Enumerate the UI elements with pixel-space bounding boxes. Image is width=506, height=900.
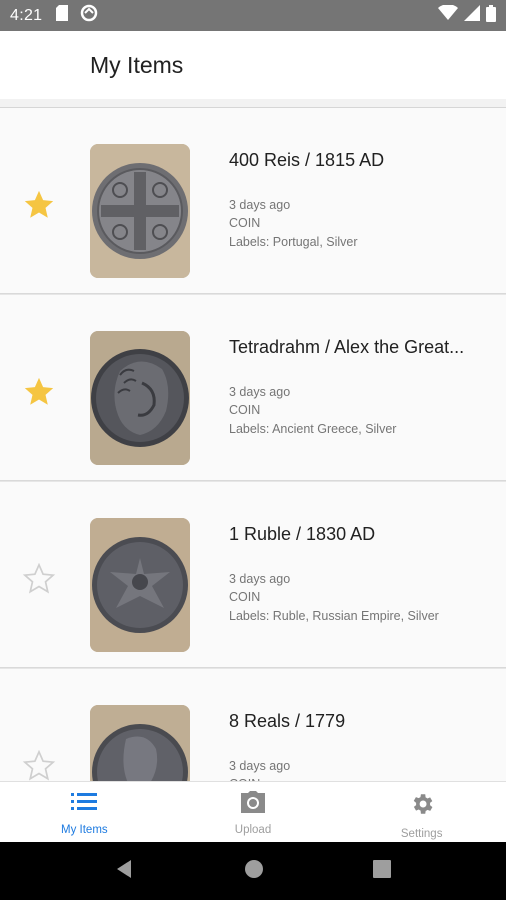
star-outline-icon[interactable] bbox=[22, 562, 56, 596]
data-saver-icon bbox=[80, 4, 98, 27]
nav-my-items[interactable]: My Items bbox=[0, 782, 169, 842]
item-title: 1 Ruble / 1830 AD bbox=[229, 524, 376, 544]
item-date: 3 days ago bbox=[229, 572, 291, 586]
battery-icon bbox=[486, 4, 496, 27]
item-date: 3 days ago bbox=[229, 198, 291, 212]
item-date: 3 days ago bbox=[229, 385, 291, 399]
wifi-icon bbox=[438, 4, 458, 26]
list-icon bbox=[71, 791, 98, 818]
sd-card-icon bbox=[56, 5, 69, 26]
item-labels: Labels: Ancient Greece, Silver bbox=[229, 422, 397, 436]
item-title: Tetradrahm / Alex the Great... bbox=[229, 337, 465, 357]
status-bar: 4:21 bbox=[0, 0, 506, 31]
item-labels: Labels: Portugal, Silver bbox=[229, 235, 358, 249]
list-item[interactable]: 400 Reis / 1815 AD 3 days ago COIN Label… bbox=[0, 108, 506, 294]
list-item[interactable]: Tetradrahm / Alex the Great... 3 days ag… bbox=[0, 295, 506, 481]
item-date: 3 days ago bbox=[229, 759, 291, 773]
list-item[interactable]: 1 Ruble / 1830 AD 3 days ago COIN Labels… bbox=[0, 482, 506, 668]
item-type: COIN bbox=[229, 216, 261, 230]
gear-icon bbox=[409, 791, 435, 822]
nav-my-items-label: My Items bbox=[61, 824, 108, 836]
home-icon[interactable] bbox=[244, 859, 264, 884]
item-type: COIN bbox=[229, 590, 261, 604]
items-list[interactable]: 400 Reis / 1815 AD 3 days ago COIN Label… bbox=[0, 99, 506, 781]
app-bar: My Items bbox=[0, 31, 506, 99]
status-time: 4:21 bbox=[10, 6, 43, 24]
star-filled-icon[interactable] bbox=[22, 188, 56, 222]
recents-icon[interactable] bbox=[373, 859, 392, 883]
system-navigation-bar bbox=[0, 842, 506, 900]
page-title: My Items bbox=[90, 52, 184, 78]
item-thumbnail[interactable] bbox=[90, 518, 190, 652]
item-labels: Labels: Ruble, Russian Empire, Silver bbox=[229, 609, 439, 623]
star-outline-icon[interactable] bbox=[22, 749, 56, 781]
list-top-strip bbox=[0, 99, 506, 108]
nav-upload-label: Upload bbox=[234, 824, 272, 836]
bottom-navigation: My Items Upload Settings bbox=[0, 781, 506, 842]
nav-settings-label: Settings bbox=[400, 828, 443, 840]
item-title: 400 Reis / 1815 AD bbox=[229, 150, 385, 170]
screen: 4:21 My Items 400 Reis / 1815 AD 3 days … bbox=[0, 0, 506, 900]
item-title: 8 Reals / 1779 bbox=[229, 711, 346, 731]
camera-icon bbox=[239, 791, 267, 818]
item-type: COIN bbox=[229, 403, 261, 417]
item-thumbnail[interactable] bbox=[90, 331, 190, 465]
nav-settings[interactable]: Settings bbox=[337, 782, 506, 842]
cellular-signal-icon bbox=[464, 5, 480, 26]
nav-upload[interactable]: Upload bbox=[169, 782, 338, 842]
back-icon[interactable] bbox=[115, 859, 135, 884]
star-filled-icon[interactable] bbox=[22, 375, 56, 409]
list-item[interactable]: 8 Reals / 1779 3 days ago COIN bbox=[0, 669, 506, 781]
item-thumbnail[interactable] bbox=[90, 705, 190, 781]
item-thumbnail[interactable] bbox=[90, 144, 190, 278]
